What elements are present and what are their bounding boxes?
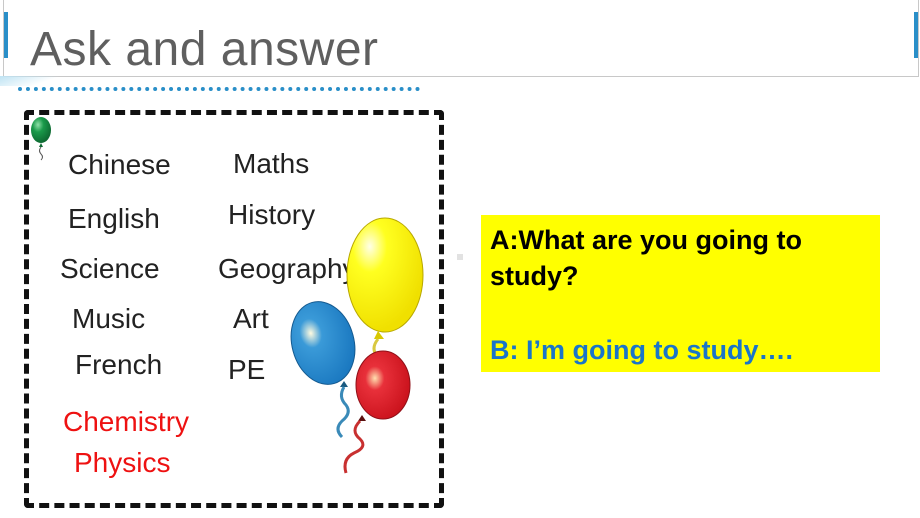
subject-science: Science — [60, 253, 160, 284]
subject-french: French — [75, 349, 163, 380]
subject-english: English — [68, 203, 160, 234]
left-accent-bar — [4, 12, 8, 58]
subject-chinese: Chinese — [68, 149, 171, 180]
blue-balloon — [290, 301, 356, 439]
subject-music: Music — [72, 303, 146, 334]
balloon-cluster-illustration — [290, 217, 424, 474]
subject-art: Art — [233, 303, 269, 334]
subject-chemistry: Chemistry — [63, 406, 190, 437]
dialog-question: A:What are you going to study? — [490, 225, 802, 291]
slide-title: Ask and answer — [30, 23, 379, 76]
right-accent-bar — [914, 12, 918, 58]
red-balloon — [343, 350, 411, 474]
subject-maths: Maths — [233, 148, 310, 179]
green-balloon-icon — [31, 117, 51, 161]
subject-physics: Physics — [74, 447, 171, 478]
subject-pe: PE — [228, 354, 266, 385]
dialog-answer: B: I’m going to study…. — [490, 335, 793, 365]
title-divider — [18, 87, 420, 91]
placeholder-dot — [457, 254, 463, 260]
